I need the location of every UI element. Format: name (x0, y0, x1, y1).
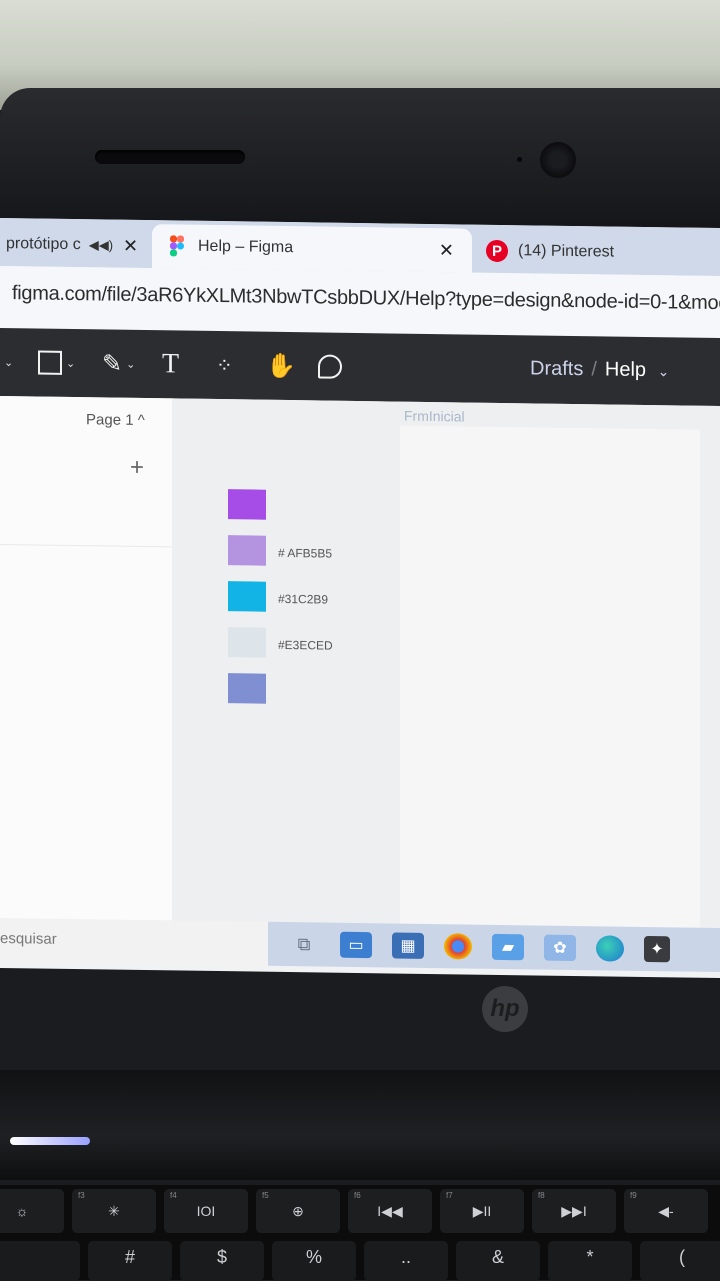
address-bar[interactable]: figma.com/file/3aR6YkXLMt3NbwTCsbbDUX/He… (0, 266, 720, 339)
breadcrumb: Drafts / Help ⌄ (530, 357, 669, 382)
figma-toolbar: ⌄ ⌄ ✎ ⌄ T ⁘ ✋ Drafts / Help ⌄ (0, 328, 720, 407)
key-number-row[interactable]: * (548, 1241, 632, 1281)
color-hex-label[interactable]: # AFB5B5 (278, 546, 332, 561)
keyboard: f2☼ f3 ✳ f4 IOI f5 ⊕ f6 I◀◀ f7 ▶II f8 ▶▶I f9 ◀- #$%..&*… (0, 1185, 720, 1281)
key-number-row[interactable]: # (88, 1241, 172, 1281)
key-number-row[interactable] (0, 1241, 80, 1281)
color-swatch[interactable] (228, 581, 266, 612)
key-glyph: ☼ (15, 1203, 29, 1219)
comment-tool[interactable] (318, 346, 342, 386)
pen-tool[interactable]: ✎ ⌄ (102, 343, 135, 383)
key-f7[interactable]: f7 ▶II (440, 1189, 524, 1233)
url-text[interactable]: figma.com/file/3aR6YkXLMt3NbwTCsbbDUX/He… (12, 282, 720, 315)
key-glyph: I◀◀ (377, 1202, 403, 1219)
key-number-row[interactable]: $ (180, 1241, 264, 1281)
key-glyph: ▶II (472, 1202, 492, 1219)
color-hex-label[interactable]: #E3ECED (278, 638, 333, 653)
task-view-icon[interactable]: ⧉ (288, 931, 320, 957)
comment-icon (318, 354, 342, 379)
key-f9[interactable]: f9 ◀- (624, 1189, 708, 1233)
breadcrumb-drafts[interactable]: Drafts (530, 357, 583, 380)
search-placeholder: esquisar (0, 930, 57, 948)
store-icon[interactable]: ▦ (392, 932, 424, 959)
key-f5[interactable]: f5 ⊕ (256, 1189, 340, 1233)
hand-icon: ✋ (266, 352, 296, 380)
edge-icon[interactable] (596, 935, 624, 962)
hp-logo: hp (482, 986, 528, 1032)
chevron-down-icon: ⌄ (126, 358, 136, 371)
panel-divider (0, 544, 172, 548)
tab-label: (14) Pinterest (518, 242, 615, 261)
speaker-muted-icon[interactable]: ◀◀) (89, 237, 113, 253)
tab-prototipo[interactable]: protótipo c ◀◀) ✕ (0, 222, 150, 268)
close-tab-icon[interactable]: ✕ (123, 235, 138, 256)
key-glyph: ◀- (658, 1202, 674, 1219)
camera-led (517, 157, 522, 162)
frame-frminicial[interactable] (400, 425, 700, 950)
page-selector[interactable]: Page 1 ^ (86, 411, 145, 429)
webcam-icon (540, 142, 576, 178)
key-f8[interactable]: f8 ▶▶I (532, 1189, 616, 1233)
key-glyph: ▶▶I (561, 1202, 587, 1219)
key-number-row[interactable]: .. (364, 1241, 448, 1281)
color-swatch[interactable] (228, 627, 266, 658)
chevron-down-icon: ⌄ (66, 357, 76, 370)
key-f3[interactable]: f3 ✳ (72, 1189, 156, 1233)
color-swatch[interactable] (228, 535, 266, 566)
power-indicator-light (10, 1137, 90, 1145)
windows-taskbar: ⧉ ▭ ▦ ▰ ✿ ✦ (268, 921, 720, 973)
color-swatch[interactable] (228, 489, 266, 520)
fn-label: f5 (262, 1191, 269, 1200)
rectangle-icon (38, 350, 62, 375)
key-f6[interactable]: f6 I◀◀ (348, 1189, 432, 1233)
laptop-speaker-grille (95, 150, 245, 164)
hand-tool[interactable]: ✋ (266, 346, 296, 386)
pen-icon: ✎ (102, 349, 123, 378)
text-icon: T (162, 348, 180, 380)
add-page-icon[interactable]: + (130, 454, 144, 482)
key-number-row[interactable]: & (456, 1241, 540, 1281)
close-tab-icon[interactable]: ✕ (439, 240, 454, 261)
key-glyph: ⊕ (292, 1202, 304, 1219)
pinterest-icon: P (486, 239, 508, 263)
fn-label: f7 (446, 1191, 453, 1200)
figma-logo-icon (170, 235, 184, 257)
tab-label: protótipo c (6, 235, 81, 254)
breadcrumb-separator: / (591, 358, 597, 381)
key-number-row[interactable]: % (272, 1241, 356, 1281)
paint-icon[interactable]: ✿ (544, 934, 576, 962)
file-explorer-icon[interactable]: ▭ (340, 931, 372, 959)
frame-label[interactable]: FrmInicial (404, 408, 465, 425)
figma-icon[interactable]: ✦ (644, 935, 670, 963)
key-f2[interactable]: f2☼ (0, 1189, 64, 1233)
key-glyph: ✳ (108, 1202, 120, 1219)
fn-label: f9 (630, 1191, 637, 1200)
text-tool[interactable]: T (162, 344, 179, 384)
components-icon: ⁘ (216, 354, 233, 377)
key-number-row[interactable]: ( (640, 1241, 720, 1281)
fn-label: f4 (170, 1191, 177, 1200)
components-tool[interactable]: ⁘ (216, 345, 233, 385)
color-swatch[interactable] (228, 673, 266, 704)
fn-label: f3 (78, 1191, 85, 1200)
chrome-icon[interactable] (444, 933, 472, 960)
move-tool-chevron[interactable]: ⌄ (0, 342, 13, 382)
file-name[interactable]: Help (605, 358, 646, 381)
fn-label: f8 (538, 1191, 545, 1200)
color-hex-label[interactable]: #31C2B9 (278, 592, 328, 607)
chevron-down-icon[interactable]: ⌄ (658, 363, 670, 379)
tab-pinterest[interactable]: P (14) Pinterest (476, 229, 720, 276)
tab-label: Help – Figma (198, 237, 294, 257)
key-f4[interactable]: f4 IOI (164, 1189, 248, 1233)
taskbar-search[interactable]: esquisar (0, 918, 268, 966)
laptop-hinge (0, 1070, 720, 1180)
brand-text: hp (490, 995, 520, 1022)
tab-help-figma[interactable]: Help – Figma ✕ (152, 224, 472, 273)
frame-tool[interactable]: ⌄ (38, 343, 75, 384)
fn-label: f6 (354, 1191, 361, 1200)
laptop-screen: protótipo c ◀◀) ✕ Help – Figma ✕ P (14) … (0, 218, 720, 979)
photos-icon[interactable]: ▰ (492, 933, 524, 961)
layers-panel: Page 1 ^ + (0, 396, 173, 939)
key-glyph: IOI (196, 1203, 216, 1219)
